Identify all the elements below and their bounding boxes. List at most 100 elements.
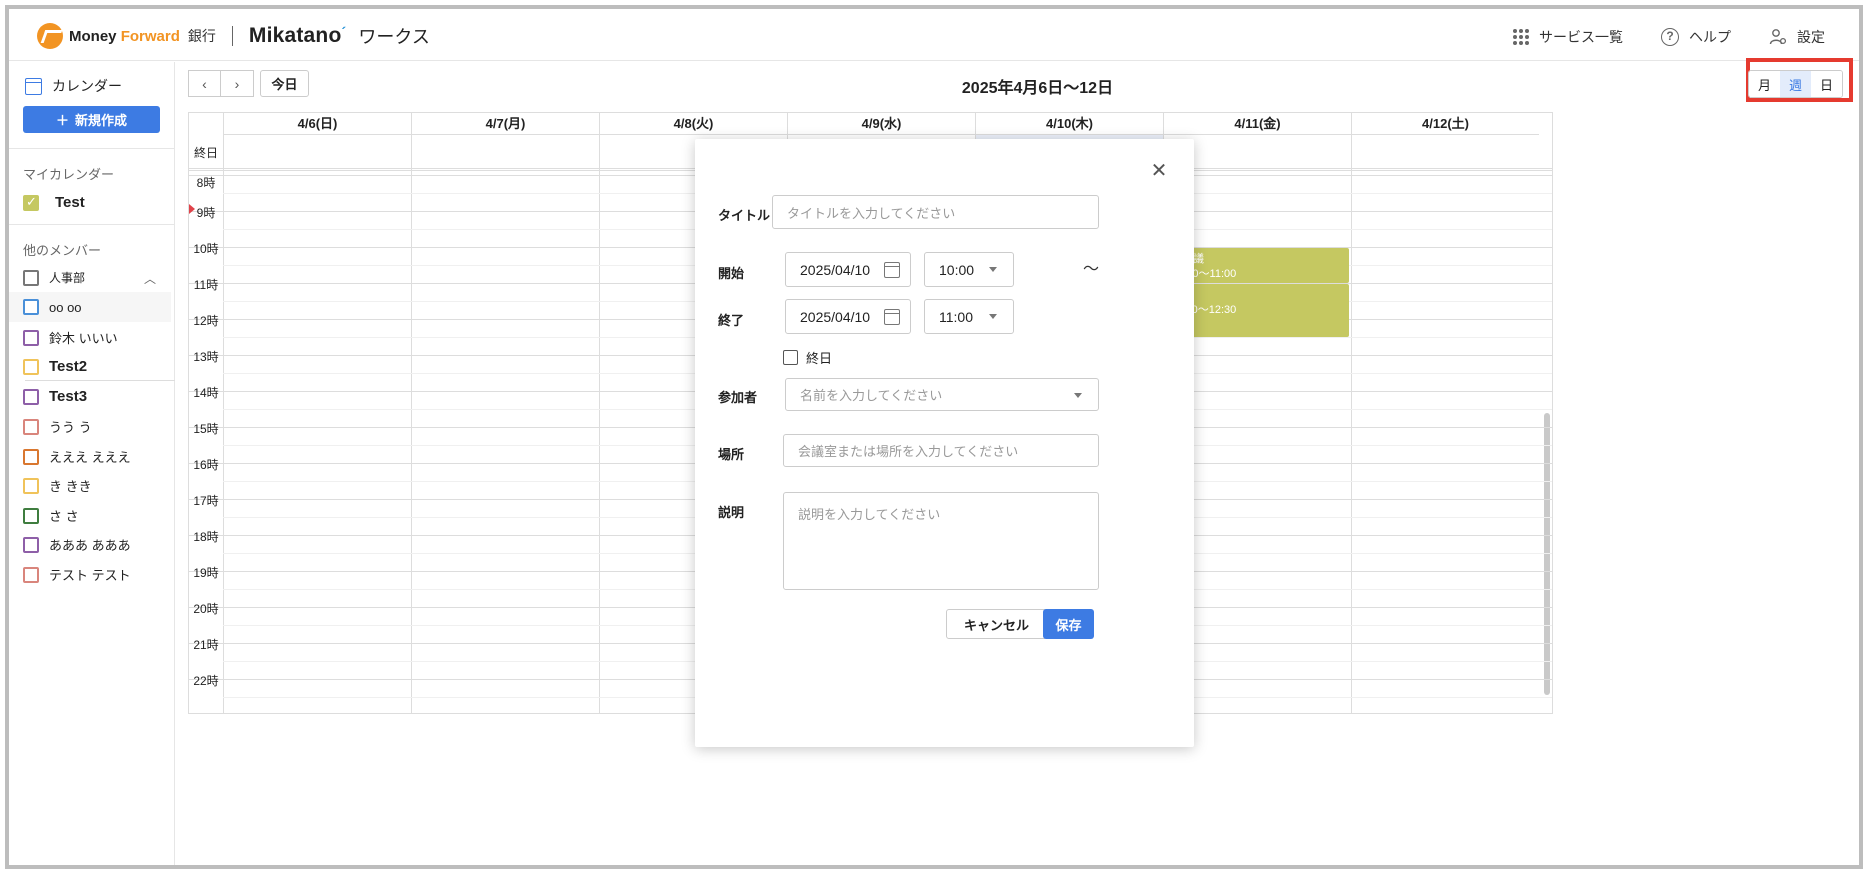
location-input[interactable]: 会議室または場所を入力してください <box>783 434 1099 467</box>
hour-label: 8時 <box>196 176 216 190</box>
close-icon[interactable]: ✕ <box>1150 161 1168 181</box>
member-label: テスト テスト <box>49 568 131 583</box>
checkbox[interactable] <box>23 194 39 211</box>
event-time: 10:00〜11:00 <box>1171 268 1237 280</box>
day-header[interactable]: 4/8(火) <box>599 113 787 135</box>
member-item[interactable]: Test3 <box>23 388 87 405</box>
day-header[interactable]: 4/11(金) <box>1163 113 1351 135</box>
description-label: 説明 <box>718 505 745 520</box>
new-event-button[interactable]: ＋ 新規作成 <box>23 106 160 133</box>
end-time-value: 11:00 <box>939 308 973 325</box>
hour-label: 13時 <box>193 350 219 364</box>
app-window: Money Forward 銀行 Mikatano´ ワークス サービス一覧 ?… <box>5 5 1863 869</box>
start-date-input[interactable]: 2025/04/10 <box>785 252 911 287</box>
hour-label: 12時 <box>193 314 219 328</box>
service-list-label: サービス一覧 <box>1539 29 1623 45</box>
title-input[interactable]: タイトルを入力してください <box>772 195 1099 229</box>
cancel-button[interactable]: キャンセル <box>946 609 1047 639</box>
save-button[interactable]: 保存 <box>1043 609 1094 639</box>
participants-select[interactable]: 名前を入力してください <box>785 378 1099 411</box>
member-item[interactable]: き きき <box>23 476 92 495</box>
hour-label: 21時 <box>193 638 219 652</box>
hour-label: 20時 <box>193 602 219 616</box>
checkbox[interactable] <box>23 507 39 524</box>
checkbox[interactable] <box>23 329 39 346</box>
column-divider <box>599 135 600 713</box>
start-time-select[interactable]: 10:00 <box>924 252 1014 287</box>
other-members-heading: 他のメンバー <box>23 243 102 258</box>
scrollbar[interactable] <box>1544 413 1550 695</box>
member-label: 人事部 <box>49 271 86 285</box>
view-toggle: 月 週 日 <box>1748 70 1843 98</box>
day-header[interactable]: 4/9(水) <box>787 113 975 135</box>
member-item[interactable]: うう う <box>23 417 92 436</box>
new-event-label: 新規作成 <box>75 113 128 128</box>
day-header[interactable]: 4/10(木) <box>975 113 1163 135</box>
member-item[interactable]: 鈴木 いいい <box>23 328 118 347</box>
view-day-button[interactable]: 日 <box>1811 71 1842 97</box>
header-links: サービス一覧 ? ヘルプ 設定 <box>1513 27 1825 47</box>
end-date-input[interactable]: 2025/04/10 <box>785 299 911 334</box>
checkbox[interactable] <box>23 477 39 494</box>
my-calendar-item[interactable]: Test <box>23 194 85 211</box>
checkbox[interactable] <box>23 299 39 315</box>
user-settings-icon <box>1769 29 1787 45</box>
member-item[interactable]: あああ あああ <box>23 535 131 554</box>
member-label: き きき <box>49 479 92 494</box>
hour-label: 17時 <box>193 494 219 508</box>
day-header[interactable]: 4/7(月) <box>411 113 599 135</box>
logo[interactable]: Money Forward 銀行 Mikatano´ ワークス <box>37 23 430 49</box>
day-header[interactable]: 4/6(日) <box>223 113 411 135</box>
apps-grid-icon <box>1513 29 1529 45</box>
member-item[interactable]: えええ えええ <box>23 447 131 466</box>
column-divider <box>223 135 224 713</box>
member-item[interactable]: Test2 <box>23 358 87 375</box>
sidebar: カレンダー ＋ 新規作成 マイカレンダー Test 他のメンバー 人事部 ︿ o… <box>9 62 175 865</box>
description-textarea[interactable]: 説明を入力してください <box>783 492 1099 590</box>
caret-down-icon <box>1074 393 1082 398</box>
hour-label: 11時 <box>193 278 219 292</box>
end-date-value: 2025/04/10 <box>800 308 871 325</box>
allday-checkbox[interactable] <box>783 350 798 365</box>
my-calendar-heading: マイカレンダー <box>23 167 115 182</box>
checkbox[interactable] <box>23 448 39 465</box>
end-time-select[interactable]: 11:00 <box>924 299 1014 334</box>
calendar-icon <box>25 77 42 95</box>
logo-works: ワークス <box>358 27 430 47</box>
view-month-button[interactable]: 月 <box>1749 71 1780 97</box>
start-label: 開始 <box>718 266 745 281</box>
help-link[interactable]: ? ヘルプ <box>1661 27 1731 47</box>
view-week-button[interactable]: 週 <box>1780 71 1811 97</box>
plus-icon: ＋ <box>55 113 69 128</box>
logo-brand: Money Forward <box>69 27 180 45</box>
divider <box>25 380 175 381</box>
money-forward-logo-icon <box>37 23 63 49</box>
day-header[interactable]: 4/12(土) <box>1351 113 1539 135</box>
date-range-title: 2025年4月6日〜12日 <box>961 80 1114 97</box>
checkbox[interactable] <box>23 536 39 553</box>
hour-label: 19時 <box>193 566 219 580</box>
settings-link[interactable]: 設定 <box>1769 27 1825 47</box>
checkbox[interactable] <box>23 566 39 583</box>
current-time-marker <box>189 204 195 214</box>
member-group-hr[interactable]: 人事部 <box>23 269 85 286</box>
start-date-value: 2025/04/10 <box>800 261 871 278</box>
event-title: 作業 <box>1171 288 1343 303</box>
chevron-up-icon[interactable]: ︿ <box>144 270 156 287</box>
divider <box>9 224 175 225</box>
member-item[interactable]: oo oo <box>23 299 82 315</box>
checkbox[interactable] <box>23 418 39 435</box>
checkbox[interactable] <box>23 269 39 286</box>
help-icon: ? <box>1661 28 1679 46</box>
calendar-label: Test <box>55 194 85 211</box>
member-label: Test3 <box>49 388 88 405</box>
member-item[interactable]: テスト テスト <box>23 565 131 584</box>
participants-placeholder: 名前を入力してください <box>800 388 943 403</box>
member-item[interactable]: さ さ <box>23 506 79 525</box>
sidebar-item-calendar[interactable]: カレンダー <box>25 76 122 96</box>
allday-checkbox-row[interactable]: 終日 <box>783 348 832 367</box>
service-list-link[interactable]: サービス一覧 <box>1513 27 1623 47</box>
allday-label: 終日 <box>193 146 218 160</box>
checkbox[interactable] <box>23 358 39 375</box>
checkbox[interactable] <box>23 388 39 405</box>
